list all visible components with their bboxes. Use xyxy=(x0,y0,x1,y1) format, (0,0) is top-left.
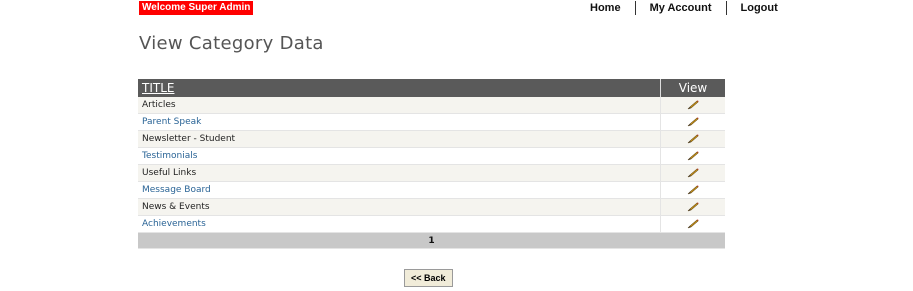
table-header-row: TITLE View xyxy=(138,79,725,97)
nav-separator xyxy=(634,1,636,15)
view-cell xyxy=(660,113,725,131)
category-title: Articles xyxy=(138,97,661,114)
table-row: News & Events xyxy=(138,198,725,216)
table-row: Achievements xyxy=(138,215,725,233)
category-title[interactable]: Testimonials xyxy=(138,147,661,165)
title-column-header[interactable]: TITLE xyxy=(138,79,661,97)
page-title: View Category Data xyxy=(139,33,324,54)
table-row: Message Board xyxy=(138,181,725,199)
category-title: Useful Links xyxy=(138,164,661,182)
category-title: Newsletter - Student xyxy=(138,130,661,148)
back-button[interactable]: << Back xyxy=(404,269,453,287)
pencil-icon[interactable] xyxy=(687,202,699,212)
table-row: Newsletter - Student xyxy=(138,130,725,148)
view-cell xyxy=(660,164,725,182)
pager-row: 1 xyxy=(138,232,725,249)
pencil-icon[interactable] xyxy=(687,117,699,127)
category-title[interactable]: Achievements xyxy=(138,215,661,233)
pencil-icon[interactable] xyxy=(687,185,699,195)
nav-my-account-link[interactable]: My Account xyxy=(650,1,712,15)
pencil-icon[interactable] xyxy=(687,219,699,229)
page-number[interactable]: 1 xyxy=(138,232,725,249)
welcome-banner: Welcome Super Admin xyxy=(139,1,254,15)
view-cell xyxy=(660,130,725,148)
top-nav: Home My Account Logout xyxy=(590,1,778,15)
category-table: TITLE View Articles Parent Speak Newslette… xyxy=(138,79,725,249)
nav-home-link[interactable]: Home xyxy=(590,1,621,15)
view-cell xyxy=(660,198,725,216)
pencil-icon[interactable] xyxy=(687,168,699,178)
category-title[interactable]: Message Board xyxy=(138,181,661,199)
category-title: News & Events xyxy=(138,198,661,216)
pencil-icon[interactable] xyxy=(687,100,699,110)
pencil-icon[interactable] xyxy=(687,151,699,161)
view-cell xyxy=(660,181,725,199)
view-cell xyxy=(660,97,725,114)
table-row: Testimonials xyxy=(138,147,725,165)
nav-logout-link[interactable]: Logout xyxy=(741,1,778,15)
nav-separator xyxy=(725,1,727,15)
table-row: Parent Speak xyxy=(138,113,725,131)
view-column-header: View xyxy=(660,79,725,97)
table-row: Useful Links xyxy=(138,164,725,182)
pencil-icon[interactable] xyxy=(687,134,699,144)
view-cell xyxy=(660,215,725,233)
category-title[interactable]: Parent Speak xyxy=(138,113,661,131)
table-row: Articles xyxy=(138,97,725,114)
view-cell xyxy=(660,147,725,165)
